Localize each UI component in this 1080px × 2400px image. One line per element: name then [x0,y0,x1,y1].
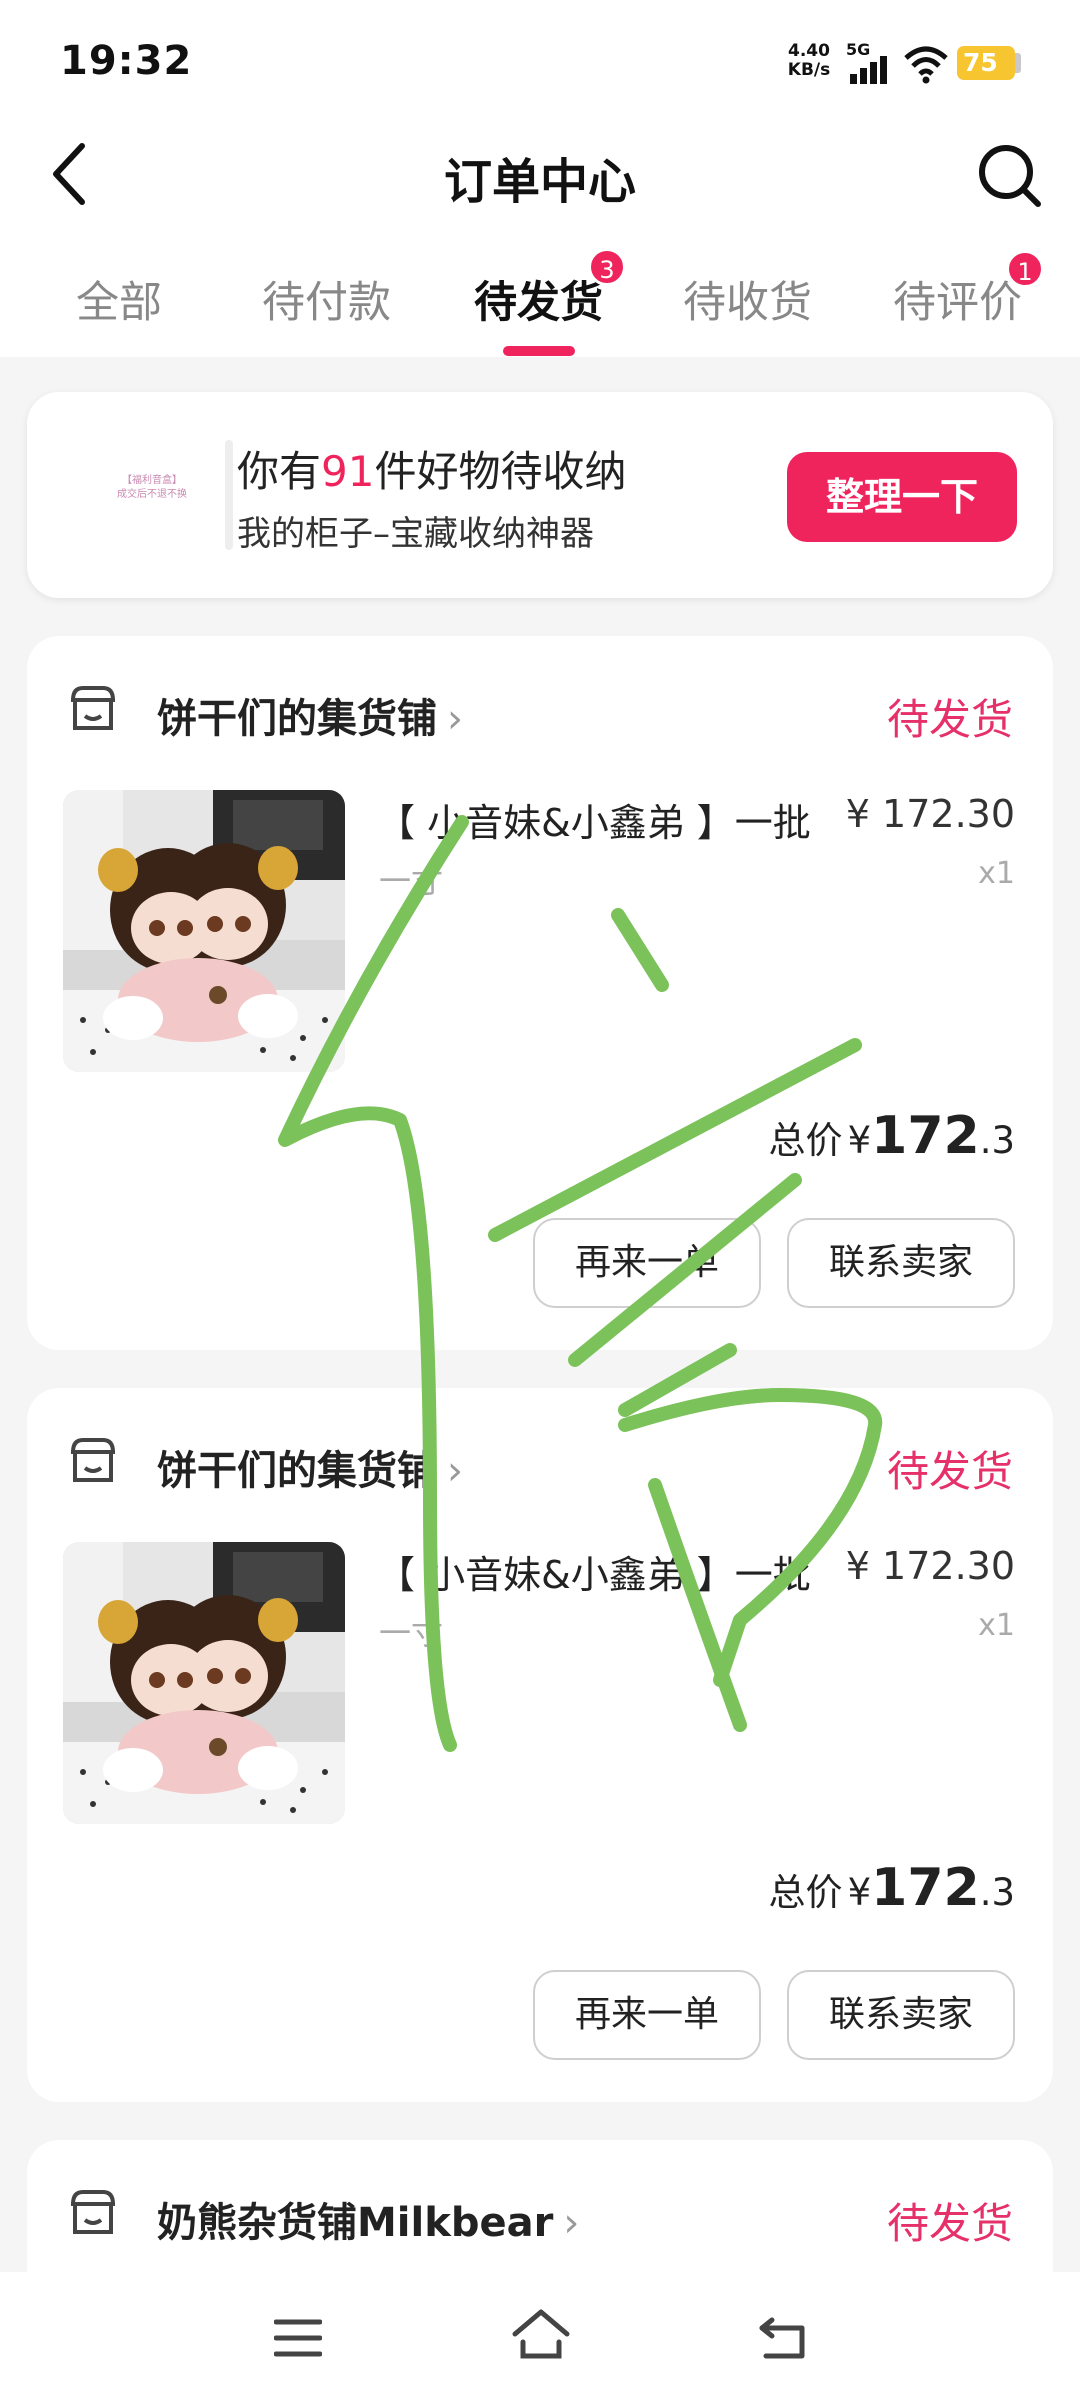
contact-seller-button[interactable]: 联系卖家 [787,1218,1015,1308]
storage-promo-card[interactable]: 【福利音盒】 成交后不退不换 你有91件好物待收纳 我的柜子–宝藏收纳神器 整理… [27,392,1053,598]
shop-icon [71,686,115,730]
shop-icon [71,2190,115,2234]
chevron-right-icon: › [563,2200,580,2246]
wifi-icon [904,46,948,84]
search-icon[interactable] [976,142,1042,208]
shop-name: 饼干们的集货铺 [157,1448,437,1494]
battery-cap [1015,53,1021,73]
tab-pending-review[interactable]: 待评价 [893,268,1022,330]
tab-pending-shipment[interactable]: 待发货 [474,268,603,330]
order-total: 总价 ¥172.3 [769,1106,1016,1166]
order-status: 待发货 [886,1447,1013,1496]
tab-all[interactable]: 全部 [76,268,162,330]
net-speed-value: 4.40 [788,41,830,61]
product-quantity: x1 [978,1608,1015,1643]
promo-title-suffix: 件好物待收纳 [374,447,627,496]
promo-divider [225,440,233,550]
order-card[interactable]: 饼干们的集货铺 › 待发货 【 小音妹&小鑫弟 】一批 一寸 ¥ 172.30 … [27,636,1053,1350]
status-time: 19:32 [60,38,193,84]
net-speed: 4.40 KB/s [783,42,835,80]
promo-thumbnail: 【福利音盒】 成交后不退不换 [87,452,217,542]
tab-pending-payment[interactable]: 待付款 [262,268,391,330]
status-bar: 19:32 4.40 KB/s 5G 75 [0,0,1080,128]
promo-item-count: 91 [321,447,375,496]
home-icon[interactable] [511,2308,571,2360]
promo-title: 你有91件好物待收纳 [237,438,626,499]
product-image[interactable] [63,790,345,1072]
product-spec: 一寸 [379,1614,444,1652]
battery-icon: 75 [957,46,1015,80]
shop-name: 奶熊杂货铺Milkbear [157,2200,554,2246]
reorder-button[interactable]: 再来一单 [533,1970,761,2060]
product-title[interactable]: 【 小音妹&小鑫弟 】一批 [377,792,811,847]
shop-icon [71,1438,115,1482]
shop-name: 饼干们的集货铺 [157,696,437,742]
order-status: 待发货 [886,695,1013,744]
product-spec: 一寸 [379,862,444,900]
total-label: 总价 [768,1119,843,1162]
menu-icon[interactable] [274,2318,322,2358]
product-price: ¥ 172.30 [845,1544,1015,1588]
product-price: ¥ 172.30 [845,792,1015,836]
tab-pending-receipt[interactable]: 待收货 [683,268,812,330]
tab-badge-shipment: 3 [588,248,626,286]
shop-name-link[interactable]: 饼干们的集货铺 › [157,1438,463,1496]
promo-title-prefix: 你有 [237,447,322,496]
order-total: 总价 ¥172.3 [769,1858,1016,1918]
back-icon[interactable] [758,2314,808,2360]
promo-thumb-line2: 成交后不退不换 [117,489,187,500]
order-card[interactable]: 饼干们的集货铺 › 待发货 【 小音妹&小鑫弟 】一批 一寸 ¥ 172.30 … [27,1388,1053,2102]
promo-thumb-line1: 【福利音盒】 [122,475,182,486]
shop-name-link[interactable]: 奶熊杂货铺Milkbear › [157,2190,579,2248]
promo-subtitle: 我的柜子–宝藏收纳神器 [237,514,594,554]
total-amount: 172 [871,1858,980,1918]
product-quantity: x1 [978,856,1015,891]
page-title: 订单中心 [443,154,636,210]
plush-dolls-photo [63,1542,345,1824]
system-nav-bar [0,2272,1080,2400]
product-title[interactable]: 【 小音妹&小鑫弟 】一批 [377,1544,811,1599]
chevron-right-icon: › [447,1448,463,1494]
product-image[interactable] [63,1542,345,1824]
signal-icon [850,56,887,84]
tab-badge-review: 1 [1006,250,1044,288]
chevron-right-icon: › [447,696,463,742]
total-decimal: .3 [979,1119,1015,1162]
reorder-button[interactable]: 再来一单 [533,1218,761,1308]
order-status: 待发货 [886,2199,1013,2248]
total-decimal: .3 [979,1871,1015,1914]
plush-dolls-photo [63,790,345,1072]
total-label: 总价 [768,1871,843,1914]
contact-seller-button[interactable]: 联系卖家 [787,1970,1015,2060]
net-speed-unit: KB/s [787,60,831,80]
total-currency: ¥ [847,1119,872,1162]
organize-button[interactable]: 整理一下 [787,452,1017,542]
total-currency: ¥ [847,1871,872,1914]
shop-name-link[interactable]: 饼干们的集货铺 › [157,686,463,744]
total-amount: 172 [871,1106,980,1166]
tab-indicator [503,346,575,356]
